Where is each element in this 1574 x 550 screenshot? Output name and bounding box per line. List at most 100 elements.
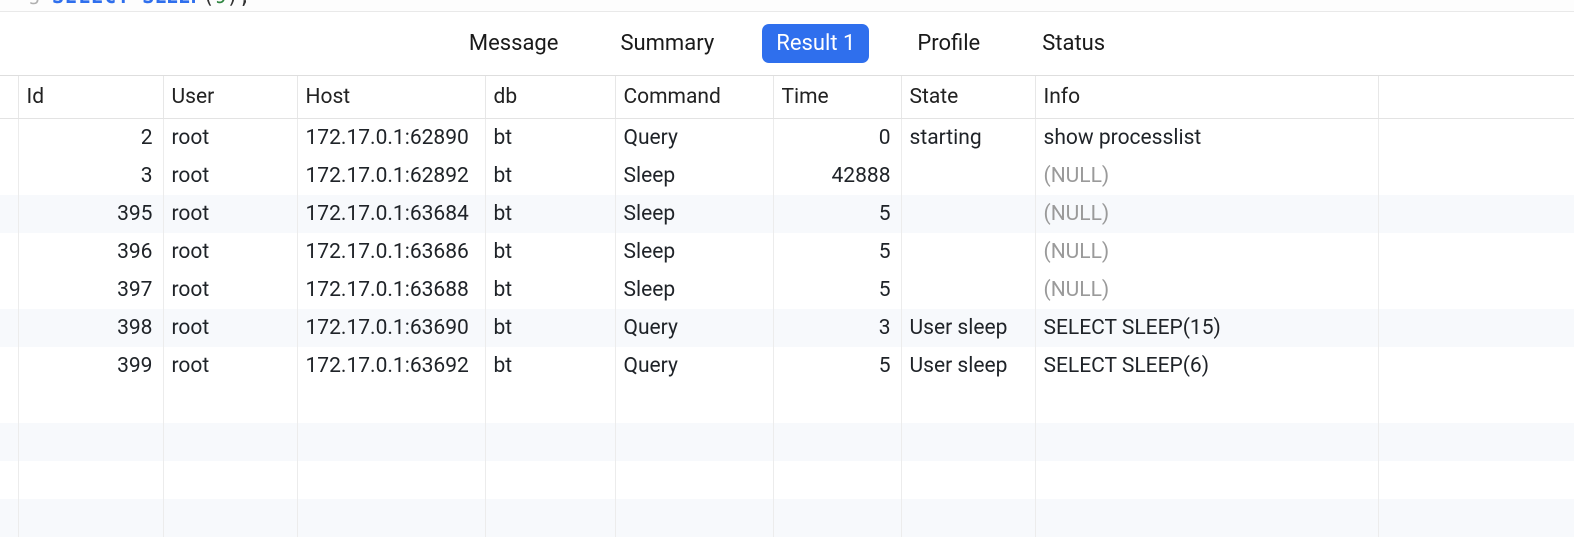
cell-user[interactable]: root <box>163 271 297 309</box>
cell-empty <box>485 385 615 423</box>
tab-result-1[interactable]: Result 1 <box>762 24 869 63</box>
cell-command[interactable]: Sleep <box>615 271 773 309</box>
cell-host[interactable]: 172.17.0.1:63690 <box>297 309 485 347</box>
row-gutter[interactable] <box>0 119 18 157</box>
cell-host[interactable]: 172.17.0.1:63684 <box>297 195 485 233</box>
cell-info[interactable]: (NULL) <box>1035 195 1378 233</box>
cell-empty <box>18 423 163 461</box>
cell-empty <box>615 499 773 537</box>
row-gutter[interactable] <box>0 233 18 271</box>
cell-db[interactable]: bt <box>485 157 615 195</box>
cell-host[interactable]: 172.17.0.1:63688 <box>297 271 485 309</box>
cell-time[interactable]: 0 <box>773 119 901 157</box>
tab-profile[interactable]: Profile <box>903 24 994 63</box>
table-row[interactable]: 398root172.17.0.1:63690btQuery3User slee… <box>0 309 1574 347</box>
cell-host[interactable]: 172.17.0.1:63692 <box>297 347 485 385</box>
cell-time[interactable]: 5 <box>773 347 901 385</box>
cell-state[interactable] <box>901 233 1035 271</box>
cell-db[interactable]: bt <box>485 271 615 309</box>
cell-info[interactable]: show processlist <box>1035 119 1378 157</box>
cell-time[interactable]: 42888 <box>773 157 901 195</box>
cell-state[interactable]: User sleep <box>901 309 1035 347</box>
cell-info[interactable]: (NULL) <box>1035 271 1378 309</box>
table-row[interactable]: 395root172.17.0.1:63684btSleep5 (NULL) <box>0 195 1574 233</box>
cell-user[interactable]: root <box>163 309 297 347</box>
cell-end[interactable] <box>1378 195 1574 233</box>
cell-info[interactable]: (NULL) <box>1035 233 1378 271</box>
cell-host[interactable]: 172.17.0.1:62890 <box>297 119 485 157</box>
cell-id[interactable]: 2 <box>18 119 163 157</box>
col-state[interactable]: State <box>901 76 1035 119</box>
cell-db[interactable]: bt <box>485 233 615 271</box>
cell-state[interactable] <box>901 195 1035 233</box>
cell-state[interactable]: User sleep <box>901 347 1035 385</box>
cell-state[interactable] <box>901 271 1035 309</box>
col-host[interactable]: Host <box>297 76 485 119</box>
cell-command[interactable]: Query <box>615 119 773 157</box>
cell-end[interactable] <box>1378 347 1574 385</box>
cell-db[interactable]: bt <box>485 309 615 347</box>
cell-end[interactable] <box>1378 157 1574 195</box>
cell-end[interactable] <box>1378 233 1574 271</box>
cell-info[interactable]: SELECT SLEEP(6) <box>1035 347 1378 385</box>
table-row[interactable]: 399root172.17.0.1:63692btQuery5User slee… <box>0 347 1574 385</box>
table-row[interactable]: 3root172.17.0.1:62892btSleep42888 (NULL) <box>0 157 1574 195</box>
table-row[interactable]: 396root172.17.0.1:63686btSleep5 (NULL) <box>0 233 1574 271</box>
cell-empty <box>773 385 901 423</box>
cell-db[interactable]: bt <box>485 119 615 157</box>
cell-id[interactable]: 399 <box>18 347 163 385</box>
table-row[interactable]: 2root172.17.0.1:62890btQuery0startingsho… <box>0 119 1574 157</box>
cell-time[interactable]: 5 <box>773 233 901 271</box>
row-gutter[interactable] <box>0 309 18 347</box>
col-db[interactable]: db <box>485 76 615 119</box>
row-gutter[interactable] <box>0 195 18 233</box>
result-grid[interactable]: Id User Host db Command Time State Info … <box>0 76 1574 537</box>
cell-end[interactable] <box>1378 271 1574 309</box>
cell-time[interactable]: 3 <box>773 309 901 347</box>
cell-user[interactable]: root <box>163 157 297 195</box>
cell-time[interactable]: 5 <box>773 195 901 233</box>
cell-id[interactable]: 395 <box>18 195 163 233</box>
cell-db[interactable]: bt <box>485 347 615 385</box>
col-time[interactable]: Time <box>773 76 901 119</box>
cell-state[interactable] <box>901 157 1035 195</box>
cell-command[interactable]: Query <box>615 309 773 347</box>
cell-user[interactable]: root <box>163 233 297 271</box>
editor-code[interactable]: SELECT SLEEP(9); <box>52 0 251 6</box>
cell-command[interactable]: Sleep <box>615 157 773 195</box>
cell-end[interactable] <box>1378 309 1574 347</box>
cell-id[interactable]: 396 <box>18 233 163 271</box>
cell-db[interactable]: bt <box>485 195 615 233</box>
cell-end[interactable] <box>1378 119 1574 157</box>
row-gutter[interactable] <box>0 271 18 309</box>
col-id[interactable]: Id <box>18 76 163 119</box>
col-info[interactable]: Info <box>1035 76 1378 119</box>
cell-id[interactable]: 398 <box>18 309 163 347</box>
cell-host[interactable]: 172.17.0.1:63686 <box>297 233 485 271</box>
col-user[interactable]: User <box>163 76 297 119</box>
cell-user[interactable]: root <box>163 347 297 385</box>
cell-user[interactable]: root <box>163 195 297 233</box>
tab-summary[interactable]: Summary <box>606 24 728 63</box>
cell-info[interactable]: (NULL) <box>1035 157 1378 195</box>
cell-id[interactable]: 3 <box>18 157 163 195</box>
tab-status[interactable]: Status <box>1028 24 1119 63</box>
cell-empty <box>1378 423 1574 461</box>
sql-editor-line[interactable]: 5 SELECT SLEEP(9); <box>0 0 1574 12</box>
table-row[interactable]: 397root172.17.0.1:63688btSleep5 (NULL) <box>0 271 1574 309</box>
col-command[interactable]: Command <box>615 76 773 119</box>
cell-empty <box>297 461 485 499</box>
cell-command[interactable]: Sleep <box>615 233 773 271</box>
row-gutter[interactable] <box>0 347 18 385</box>
cell-command[interactable]: Query <box>615 347 773 385</box>
cell-state[interactable]: starting <box>901 119 1035 157</box>
cell-id[interactable]: 397 <box>18 271 163 309</box>
cell-command[interactable]: Sleep <box>615 195 773 233</box>
cell-host[interactable]: 172.17.0.1:62892 <box>297 157 485 195</box>
cell-user[interactable]: root <box>163 119 297 157</box>
cell-info[interactable]: SELECT SLEEP(15) <box>1035 309 1378 347</box>
tab-message[interactable]: Message <box>455 24 573 63</box>
cell-time[interactable]: 5 <box>773 271 901 309</box>
col-end <box>1378 76 1574 119</box>
row-gutter[interactable] <box>0 157 18 195</box>
